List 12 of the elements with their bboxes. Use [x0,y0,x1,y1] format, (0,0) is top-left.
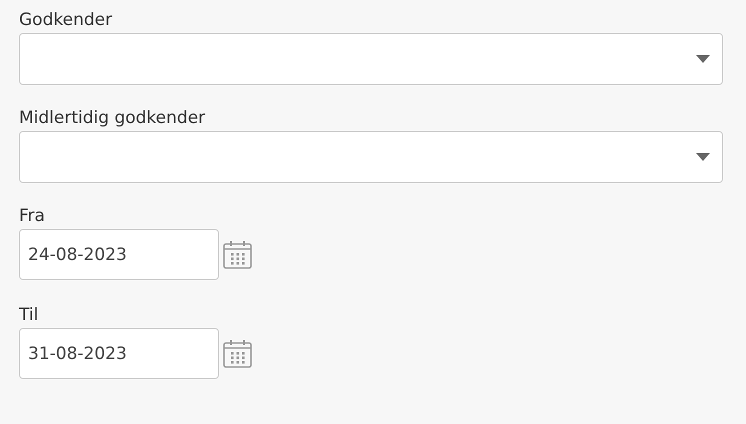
field-label: Fra [19,205,46,228]
calendar-icon[interactable] [223,240,252,268]
date-field[interactable]: 24-08-2023 [19,229,219,280]
calendar-icon[interactable] [223,340,252,368]
field-label: Godkender [19,9,114,32]
dropdown-field[interactable] [19,33,723,85]
caret-icon [696,153,710,161]
field-label: Til [19,304,40,327]
field-label: Midlertidig godkender [19,107,206,130]
dropdown-field[interactable] [19,131,723,183]
caret-icon [696,55,710,63]
date-field[interactable]: 31-08-2023 [19,328,219,379]
